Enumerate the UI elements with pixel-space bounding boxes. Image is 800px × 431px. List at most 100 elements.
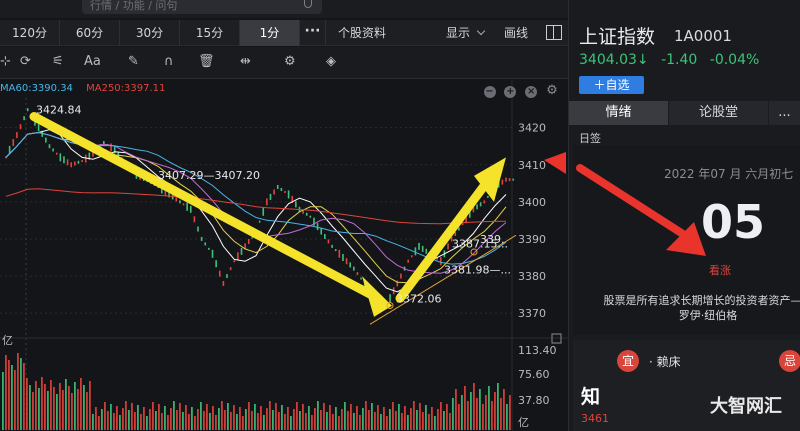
volume-bar: [227, 403, 229, 430]
volume-bar: [278, 412, 280, 430]
candle: [421, 245, 424, 252]
volume-bar: [458, 404, 460, 430]
kline-chart[interactable]: 3420 3410 3400 3390 3380 3370 3424.84 3407.29—…: [0, 80, 568, 431]
candle: [110, 143, 112, 152]
yellow-arrow-down: [29, 112, 383, 303]
volume-bar: [134, 412, 136, 430]
panel-toggle-icon[interactable]: [546, 25, 562, 40]
volume-bar: [338, 416, 340, 430]
volume-bar: [506, 404, 508, 430]
price-tick-label: 3400: [518, 196, 546, 209]
volume-bar: [188, 414, 190, 430]
candle: [222, 280, 225, 286]
more-periods-button[interactable]: ···: [300, 19, 326, 46]
tab-more[interactable]: ...: [769, 101, 800, 125]
candle: [338, 249, 341, 258]
magnet-icon[interactable]: ∩: [164, 54, 174, 69]
watermark: 大智网汇: [710, 396, 782, 417]
volume-bar: [401, 413, 403, 430]
candle: [461, 223, 464, 226]
candle: [334, 249, 337, 252]
candle: [356, 272, 359, 276]
volume-bar: [476, 398, 478, 430]
volume-bar: [11, 365, 13, 430]
zoom-in-icon[interactable]: +: [504, 86, 517, 98]
volume-bar: [74, 382, 76, 430]
volume-bar: [293, 409, 295, 430]
candle: [16, 132, 18, 139]
tab-sentiment[interactable]: 情绪: [569, 101, 669, 125]
volume-bar: [302, 404, 304, 430]
candle: [349, 262, 352, 268]
volume-bar: [362, 408, 364, 430]
candle: [186, 202, 188, 211]
period-120min[interactable]: 120分: [0, 19, 60, 46]
volume-bar: [56, 394, 58, 430]
volume-bar: [38, 388, 40, 430]
period-15min[interactable]: 15分: [180, 19, 240, 46]
candle: [208, 247, 210, 250]
text-tool-icon[interactable]: Aa: [84, 54, 101, 69]
close-icon[interactable]: ×: [525, 86, 538, 98]
volume-bar: [224, 410, 226, 430]
volume-bar: [329, 405, 331, 430]
price-tick-label: 3390: [518, 233, 546, 246]
candle: [240, 247, 243, 255]
zoom-out-icon[interactable]: −: [483, 86, 496, 98]
volume-bar: [440, 402, 442, 430]
ma60-label: MA60:3390.34: [0, 83, 73, 94]
candle: [320, 228, 323, 235]
display-label: 显示: [446, 26, 471, 40]
candle: [342, 254, 344, 262]
candle: [414, 247, 417, 256]
pen-icon[interactable]: ✎: [128, 54, 139, 69]
volume-bar: [503, 389, 505, 430]
stock-profile-button[interactable]: 个股资料: [326, 20, 398, 46]
volume-bar: [95, 407, 97, 430]
volume-bar: [59, 383, 61, 430]
chart-controls: − + × ⚙: [479, 83, 558, 98]
draw-line-button[interactable]: 画线: [504, 20, 528, 46]
candle: [63, 156, 65, 164]
candle: [273, 189, 275, 195]
volume-bar: [125, 401, 127, 430]
low-label: 3372.06: [396, 293, 442, 306]
volume-bar: [320, 410, 322, 430]
layers-icon[interactable]: ◈: [326, 54, 336, 69]
volume-bar: [167, 415, 169, 430]
volume-bar: [485, 395, 487, 430]
fib-icon[interactable]: ⚟: [52, 54, 64, 69]
volume-bar: [155, 411, 157, 430]
ma-legend: MA60:3390.34 MA250:3397.11: [0, 83, 175, 94]
split-icon[interactable]: ⇹: [240, 54, 251, 69]
period-toolbar: 120分 60分 30分 15分 1分 ··· 个股资料 显示 画线: [0, 19, 568, 46]
volume-bar: [215, 415, 217, 430]
volume-series: 113.4075.6037.80亿亿: [2, 333, 562, 430]
volume-bar: [455, 389, 457, 430]
trash-icon[interactable]: 🗑: [198, 54, 215, 69]
search-input[interactable]: 行情 / 功能 / 问句: [82, 0, 322, 14]
display-menu[interactable]: 显示: [446, 20, 486, 46]
candle: [327, 239, 330, 244]
candle: [193, 216, 196, 223]
tab-forum[interactable]: 论股堂: [669, 101, 769, 125]
period-60min[interactable]: 60分: [60, 19, 120, 46]
candle: [418, 242, 420, 250]
chart-canvas: 3420 3410 3400 3390 3380 3370 3424.84 3407.29—…: [0, 80, 568, 431]
volume-bar: [386, 416, 388, 430]
volume-bar: [8, 360, 10, 430]
volume-bar: [353, 413, 355, 430]
volume-bar: [20, 358, 22, 430]
candle: [512, 178, 515, 181]
settings-icon[interactable]: ⚙: [284, 54, 296, 69]
microphone-icon[interactable]: [304, 0, 312, 8]
volume-bar: [347, 411, 349, 430]
volume-bar: [92, 414, 94, 430]
chart-settings-icon[interactable]: ⚙: [546, 84, 558, 97]
volume-bar: [407, 415, 409, 430]
cursor-icon[interactable]: ⊹: [0, 54, 11, 69]
period-30min[interactable]: 30分: [120, 19, 180, 46]
period-1min[interactable]: 1分: [240, 19, 300, 46]
add-favorite-button[interactable]: ＋自选: [579, 76, 644, 94]
cycle-icon[interactable]: ⟳: [20, 54, 31, 69]
